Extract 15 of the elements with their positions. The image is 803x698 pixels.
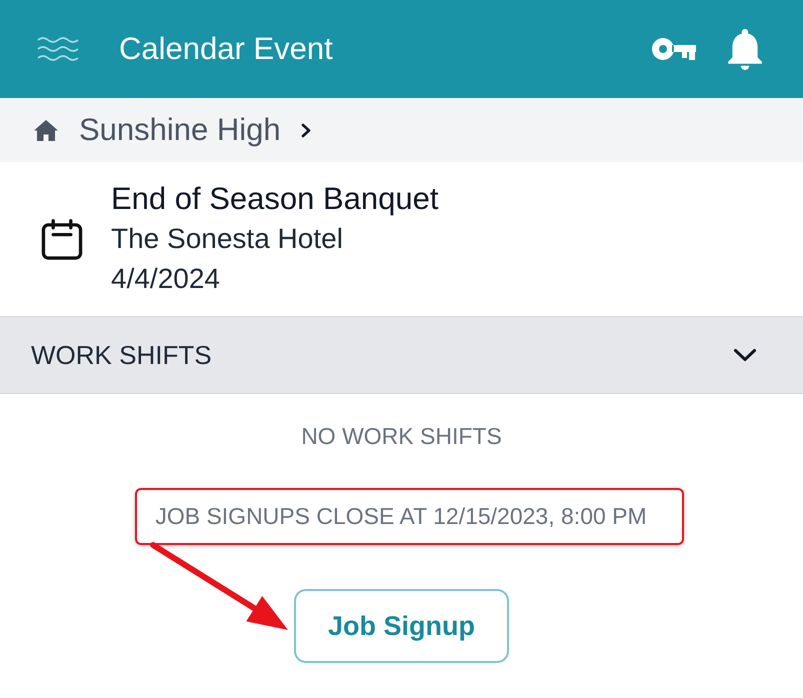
chevron-right-icon [300,122,311,138]
job-signup-button[interactable]: Job Signup [294,589,509,663]
event-location: The Sonesta Hotel [111,222,343,256]
bell-icon[interactable] [728,28,762,70]
page-title: Calendar Event [119,31,334,67]
section-header[interactable]: WORK SHIFTS [0,316,803,394]
empty-message: NO WORK SHIFTS [301,422,502,451]
home-icon [34,120,58,140]
event-date: 4/4/2024 [111,262,220,296]
key-icon[interactable] [652,37,696,61]
waves-icon[interactable] [37,36,79,62]
breadcrumb-link[interactable]: Sunshine High [34,112,311,148]
signup-deadline-text: JOB SIGNUPS CLOSE AT 12/15/2023, 8:00 PM [155,502,647,531]
event-title: End of Season Banquet [111,180,438,218]
calendar-icon [41,218,83,260]
